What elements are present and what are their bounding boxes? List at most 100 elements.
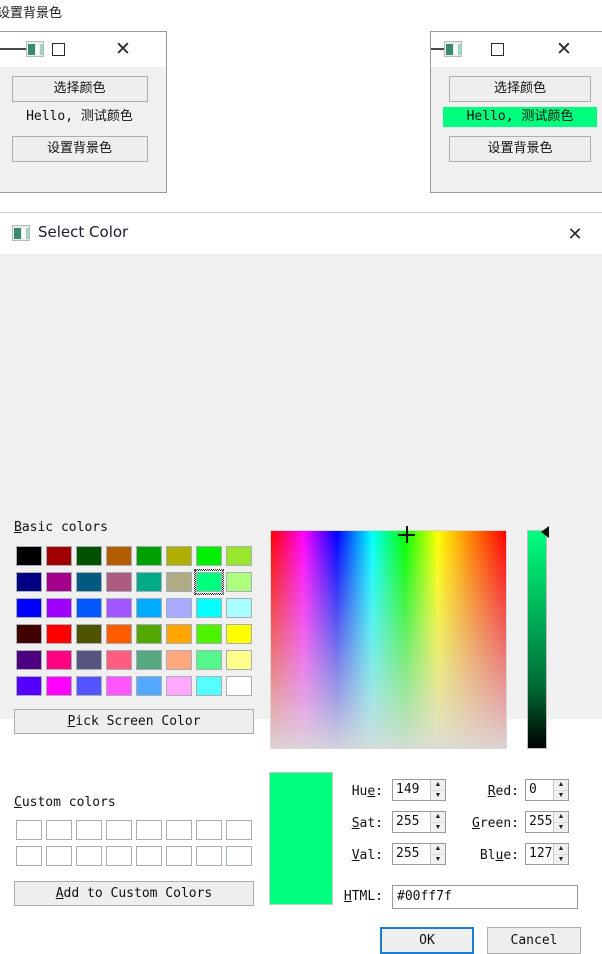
spin-up-icon[interactable]: ▲ — [554, 780, 568, 791]
basic-color-swatch[interactable] — [104, 543, 134, 569]
hue-spin-buttons[interactable]: ▲ ▼ — [430, 780, 445, 800]
basic-color-swatch[interactable] — [164, 647, 194, 673]
basic-color-swatch[interactable] — [14, 569, 44, 595]
basic-color-swatch[interactable] — [164, 543, 194, 569]
basic-color-swatch[interactable] — [74, 543, 104, 569]
basic-color-swatch[interactable] — [194, 595, 224, 621]
html-color-input[interactable]: #00ff7f — [392, 885, 578, 909]
basic-color-swatch[interactable] — [44, 673, 74, 699]
basic-color-swatch[interactable] — [164, 569, 194, 595]
basic-color-swatch[interactable] — [104, 673, 134, 699]
red-spin-buttons[interactable]: ▲ ▼ — [553, 780, 568, 800]
basic-color-swatch[interactable] — [14, 673, 44, 699]
window-titlebar-left[interactable]: ✕ — [0, 32, 166, 67]
basic-color-swatch[interactable] — [134, 647, 164, 673]
choose-color-button[interactable]: 选择颜色 — [449, 76, 591, 102]
basic-color-swatch[interactable] — [14, 595, 44, 621]
basic-color-swatch[interactable] — [224, 621, 254, 647]
basic-color-swatch[interactable] — [194, 569, 224, 595]
basic-color-swatch[interactable] — [74, 673, 104, 699]
basic-color-swatch[interactable] — [194, 621, 224, 647]
basic-color-swatch[interactable] — [44, 543, 74, 569]
basic-color-swatch[interactable] — [44, 621, 74, 647]
custom-color-swatch[interactable] — [224, 817, 254, 843]
spin-up-icon[interactable]: ▲ — [431, 812, 445, 823]
basic-color-swatch[interactable] — [194, 647, 224, 673]
sat-spin-buttons[interactable]: ▲ ▼ — [430, 812, 445, 832]
basic-color-swatch[interactable] — [194, 673, 224, 699]
dialog-titlebar[interactable]: Select Color ✕ — [0, 213, 602, 254]
maximize-button[interactable] — [38, 32, 78, 66]
basic-color-swatch[interactable] — [104, 647, 134, 673]
saturation-value-square[interactable] — [270, 530, 507, 749]
hue-slider[interactable] — [527, 530, 547, 749]
spin-up-icon[interactable]: ▲ — [554, 812, 568, 823]
color-crosshair-icon[interactable] — [398, 526, 415, 543]
custom-color-swatch[interactable] — [194, 843, 224, 869]
spin-down-icon[interactable]: ▼ — [431, 791, 445, 801]
val-spinbox[interactable]: 255 ▲ ▼ — [392, 843, 446, 865]
basic-color-swatch[interactable] — [134, 673, 164, 699]
basic-color-swatch[interactable] — [14, 543, 44, 569]
val-spin-buttons[interactable]: ▲ ▼ — [430, 844, 445, 864]
close-button[interactable]: ✕ — [544, 32, 584, 66]
green-spin-buttons[interactable]: ▲ ▼ — [553, 812, 568, 832]
cancel-button[interactable]: Cancel — [487, 927, 581, 954]
hue-slider-handle-icon[interactable] — [541, 526, 549, 538]
ok-button[interactable]: OK — [380, 927, 474, 954]
basic-color-swatch[interactable] — [44, 595, 74, 621]
custom-color-swatch[interactable] — [194, 817, 224, 843]
window-titlebar-right[interactable]: ✕ — [431, 32, 602, 67]
spin-up-icon[interactable]: ▲ — [431, 844, 445, 855]
custom-color-swatch[interactable] — [14, 843, 44, 869]
maximize-button[interactable] — [477, 32, 517, 66]
basic-color-swatch[interactable] — [194, 543, 224, 569]
choose-color-button[interactable]: 选择颜色 — [11, 76, 148, 102]
spin-up-icon[interactable]: ▲ — [554, 844, 568, 855]
basic-color-swatch[interactable] — [14, 621, 44, 647]
custom-color-swatch[interactable] — [134, 817, 164, 843]
blue-spinbox[interactable]: 127 ▲ ▼ — [525, 843, 569, 865]
custom-colors-grid[interactable] — [14, 817, 254, 869]
pick-screen-color-button[interactable]: Pick Screen Color — [14, 709, 254, 734]
custom-color-swatch[interactable] — [104, 817, 134, 843]
basic-color-swatch[interactable] — [104, 569, 134, 595]
basic-color-swatch[interactable] — [74, 621, 104, 647]
basic-color-swatch[interactable] — [14, 647, 44, 673]
spin-down-icon[interactable]: ▼ — [554, 791, 568, 801]
spin-down-icon[interactable]: ▼ — [431, 855, 445, 865]
basic-color-swatch[interactable] — [224, 647, 254, 673]
custom-color-swatch[interactable] — [224, 843, 254, 869]
basic-color-swatch[interactable] — [164, 595, 194, 621]
custom-color-swatch[interactable] — [164, 817, 194, 843]
basic-color-swatch[interactable] — [224, 543, 254, 569]
add-to-custom-colors-button[interactable]: Add to Custom Colors — [14, 881, 254, 906]
custom-color-swatch[interactable] — [74, 817, 104, 843]
basic-color-swatch[interactable] — [44, 569, 74, 595]
hue-spinbox[interactable]: 149 ▲ ▼ — [392, 779, 446, 801]
blue-spin-buttons[interactable]: ▲ ▼ — [553, 844, 568, 864]
basic-color-swatch[interactable] — [164, 621, 194, 647]
spin-down-icon[interactable]: ▼ — [554, 855, 568, 865]
basic-color-swatch[interactable] — [224, 595, 254, 621]
basic-color-swatch[interactable] — [134, 569, 164, 595]
basic-color-swatch[interactable] — [224, 673, 254, 699]
custom-color-swatch[interactable] — [44, 843, 74, 869]
sat-spinbox[interactable]: 255 ▲ ▼ — [392, 811, 446, 833]
basic-color-swatch[interactable] — [74, 595, 104, 621]
basic-color-swatch[interactable] — [74, 569, 104, 595]
set-background-color-button[interactable]: 设置背景色 — [11, 136, 148, 162]
spin-up-icon[interactable]: ▲ — [431, 780, 445, 791]
custom-color-swatch[interactable] — [44, 817, 74, 843]
basic-colors-grid[interactable] — [14, 543, 254, 699]
basic-color-swatch[interactable] — [134, 595, 164, 621]
basic-color-swatch[interactable] — [134, 621, 164, 647]
set-background-color-button[interactable]: 设置背景色 — [449, 136, 591, 162]
basic-color-swatch[interactable] — [74, 647, 104, 673]
basic-color-swatch[interactable] — [224, 569, 254, 595]
custom-color-swatch[interactable] — [14, 817, 44, 843]
dialog-close-button[interactable]: ✕ — [562, 223, 588, 245]
basic-color-swatch[interactable] — [164, 673, 194, 699]
basic-color-swatch[interactable] — [104, 595, 134, 621]
green-spinbox[interactable]: 255 ▲ ▼ — [525, 811, 569, 833]
